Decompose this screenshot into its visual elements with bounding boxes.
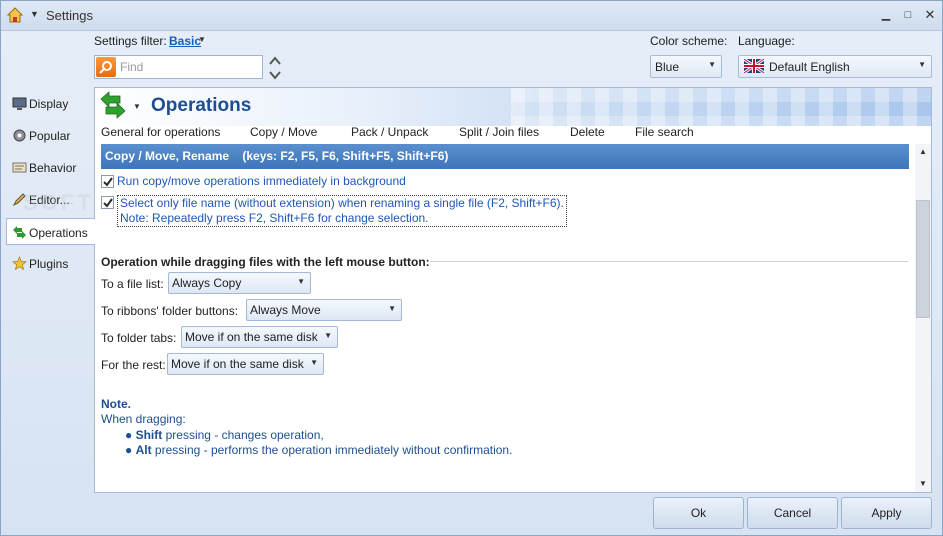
chevron-down-icon: ▼ — [918, 60, 926, 69]
sidebar-item-plugins[interactable]: Plugins — [7, 250, 94, 277]
chevron-down-icon: ▼ — [297, 277, 305, 286]
ribbon-buttons-label: To ribbons' folder buttons: — [101, 304, 239, 318]
vertical-scrollbar[interactable]: ▲ ▼ — [915, 144, 931, 492]
uk-flag-icon — [744, 59, 764, 73]
select-value: Always Move — [250, 303, 321, 317]
minimize-button[interactable]: ▁ — [878, 7, 894, 23]
page-title: Operations — [151, 95, 252, 116]
operations-icon — [13, 226, 26, 239]
behavior-icon — [12, 162, 27, 173]
select-value: Move if on the same disk — [185, 330, 318, 344]
chevron-down-icon: ▼ — [388, 304, 396, 313]
operations-icon[interactable] — [100, 91, 126, 119]
ok-button[interactable]: Ok — [653, 497, 744, 529]
file-list-label: To a file list: — [101, 277, 164, 291]
chevron-down-icon[interactable]: ▼ — [133, 102, 141, 111]
the-rest-select[interactable]: Move if on the same disk ▼ — [167, 353, 324, 375]
apply-button[interactable]: Apply — [841, 497, 932, 529]
title-bar: ▼ Settings ▁ □ ✕ — [1, 1, 942, 31]
checkbox-label-focused: Select only file name (without extension… — [117, 195, 567, 227]
sidebar-item-label: Operations — [29, 226, 88, 240]
cancel-button[interactable]: Cancel — [747, 497, 838, 529]
note-line: When dragging: — [101, 412, 186, 426]
popular-icon — [13, 129, 26, 142]
search-icon[interactable] — [96, 57, 116, 77]
note-title: Note. — [101, 397, 131, 411]
tab-file-search[interactable]: File search — [635, 125, 694, 139]
settings-filter-link[interactable]: Basic — [169, 34, 201, 48]
checkbox[interactable] — [101, 196, 114, 209]
folder-tabs-select[interactable]: Move if on the same disk ▼ — [181, 326, 338, 348]
home-icon[interactable] — [6, 6, 24, 24]
folder-tabs-label: To folder tabs: — [101, 331, 177, 345]
maximize-button[interactable]: □ — [900, 7, 916, 23]
drag-group-heading: Operation while dragging files with the … — [101, 255, 430, 269]
sidebar-item-popular[interactable]: Popular — [7, 122, 94, 149]
sidebar-item-display[interactable]: Display — [7, 90, 94, 117]
section-header: Copy / Move, Rename (keys: F2, F5, F6, S… — [101, 144, 909, 169]
scroll-thumb[interactable] — [916, 200, 930, 318]
up-down-arrows-icon[interactable] — [267, 54, 283, 82]
chevron-down-icon: ▼ — [324, 331, 332, 340]
sidebar-item-behavior[interactable]: Behavior — [7, 154, 94, 181]
checkbox-note: Note: Repeatedly press F2, Shift+F6 for … — [120, 211, 429, 225]
language-value: Default English — [769, 60, 850, 74]
ribbon-buttons-select[interactable]: Always Move ▼ — [246, 299, 402, 321]
tab-split-join-files[interactable]: Split / Join files — [459, 125, 539, 139]
operations-panel: ▼ Operations General for operations Copy… — [94, 87, 932, 493]
color-scheme-select[interactable]: Blue ▼ — [650, 55, 722, 78]
section-title: Copy / Move, Rename (keys: F2, F5, F6, S… — [105, 149, 449, 163]
sidebar-item-operations[interactable]: Operations — [6, 218, 95, 245]
tab-delete[interactable]: Delete — [570, 125, 605, 139]
select-value: Always Copy — [172, 276, 242, 290]
chevron-down-icon: ▼ — [310, 358, 318, 367]
divider — [430, 261, 908, 262]
sidebar-item-label: Popular — [29, 129, 71, 143]
note-text: pressing - changes operation, — [162, 428, 324, 442]
note-text: pressing - performs the operation immedi… — [151, 443, 513, 457]
file-list-select[interactable]: Always Copy ▼ — [168, 272, 311, 294]
settings-window: ▼ Settings ▁ □ ✕ Settings filter: Basic … — [0, 0, 943, 536]
sidebar-item-label: Display — [29, 97, 69, 111]
scroll-down-icon[interactable]: ▼ — [915, 476, 931, 492]
chevron-down-icon[interactable]: ▼ — [198, 35, 206, 44]
panel-header: ▼ Operations — [95, 88, 931, 126]
scroll-up-icon[interactable]: ▲ — [915, 144, 931, 160]
chevron-down-icon: ▼ — [708, 60, 716, 69]
search-input[interactable] — [118, 58, 258, 76]
header-pattern — [511, 88, 931, 126]
key-name: Alt — [135, 443, 152, 457]
color-scheme-value: Blue — [655, 60, 680, 74]
select-value: Move if on the same disk — [171, 357, 304, 371]
display-icon — [12, 97, 27, 110]
key-name: Shift — [135, 428, 163, 442]
close-button[interactable]: ✕ — [922, 7, 938, 23]
search-box — [94, 55, 263, 79]
window-title: Settings — [46, 8, 93, 23]
note-bullet: ● Shift pressing - changes operation, — [125, 428, 324, 442]
plugins-icon — [12, 256, 27, 271]
tab-general-for-operations[interactable]: General for operations — [101, 125, 220, 139]
sidebar-item-label: Behavior — [29, 161, 77, 175]
tab-pack-unpack[interactable]: Pack / Unpack — [351, 125, 428, 139]
settings-filter-label: Settings filter: — [94, 34, 167, 48]
title-menu-arrow-icon[interactable]: ▼ — [30, 9, 39, 19]
language-label: Language: — [738, 34, 795, 48]
note-bullet: ● Alt pressing - performs the operation … — [125, 443, 513, 457]
tab-copy-move[interactable]: Copy / Move — [250, 125, 317, 139]
checkbox-label: Run copy/move operations immediately in … — [117, 174, 406, 188]
sidebar-item-label: Plugins — [29, 257, 69, 271]
color-scheme-label: Color scheme: — [650, 34, 728, 48]
language-select[interactable]: Default English ▼ — [738, 55, 932, 78]
checkbox[interactable] — [101, 175, 114, 188]
the-rest-label: For the rest: — [101, 358, 166, 372]
checkbox-label: Select only file name (without extension… — [120, 196, 564, 210]
